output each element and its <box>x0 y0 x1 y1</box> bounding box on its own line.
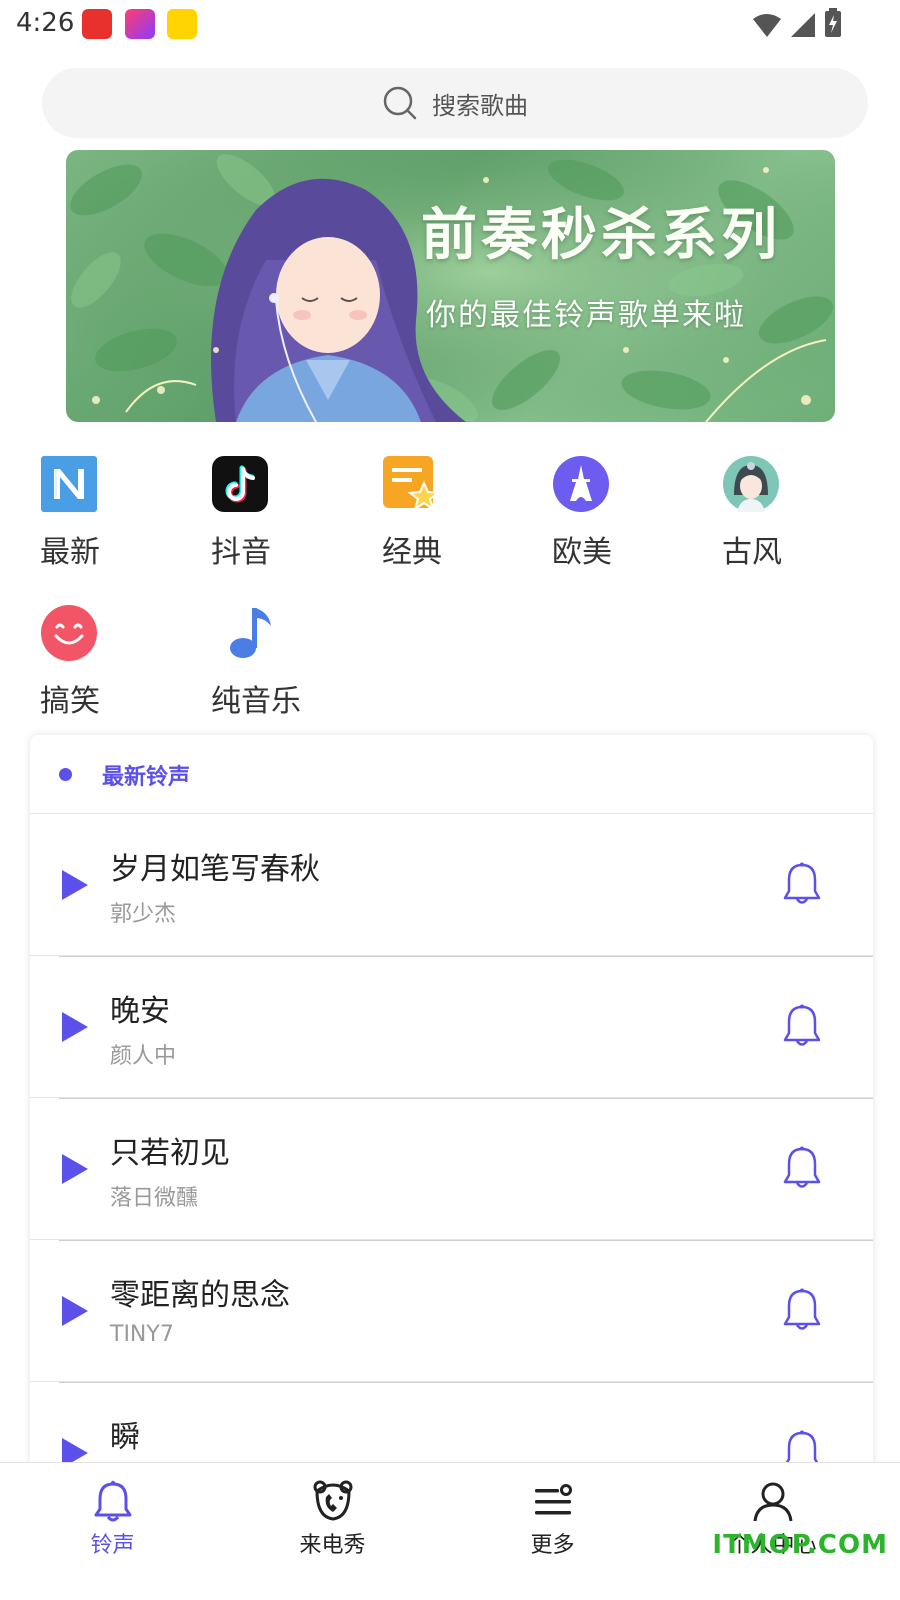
set-ringtone-bell-icon[interactable] <box>782 1146 822 1190</box>
category-label: 欧美 <box>552 535 612 570</box>
menu-icon <box>534 1484 572 1515</box>
ringtone-artist: 郭少杰 <box>110 902 177 927</box>
eiffel-tower-icon <box>553 456 609 512</box>
ringtone-title: 岁月如笔写春秋 <box>110 852 320 887</box>
ancient-girl-icon <box>723 456 779 512</box>
banner-title: 前奏秒杀系列 <box>421 202 781 268</box>
set-ringtone-bell-icon[interactable] <box>782 1004 822 1048</box>
tab-ringtones[interactable]: 铃声 <box>0 1463 225 1573</box>
phone-bear-icon <box>313 1480 352 1521</box>
ringtone-title: 瞬 <box>110 1420 140 1455</box>
phone-show-icon <box>125 9 155 39</box>
play-icon[interactable] <box>60 1294 90 1328</box>
smile-icon <box>41 605 97 661</box>
ringtone-artist: 落日微醺 <box>110 1186 199 1211</box>
category-funny[interactable]: 搞笑 <box>40 604 160 724</box>
category-new[interactable]: 最新 <box>40 455 160 575</box>
category-label: 搞笑 <box>40 684 100 719</box>
search-placeholder: 搜索歌曲 <box>432 91 528 120</box>
row-divider <box>59 1240 873 1241</box>
tab-label: 铃声 <box>90 1533 135 1558</box>
row-divider <box>59 1382 873 1383</box>
play-icon[interactable] <box>60 1152 90 1186</box>
classic-star-icon <box>383 456 440 512</box>
banner-subtitle: 你的最佳铃声歌单来啦 <box>426 298 746 333</box>
category-label: 抖音 <box>211 535 271 570</box>
category-label: 纯音乐 <box>211 684 301 719</box>
category-pure-music[interactable]: 纯音乐 <box>211 604 331 724</box>
user-icon <box>753 1482 792 1522</box>
tab-more[interactable]: 更多 <box>440 1463 665 1573</box>
promo-banner[interactable]: 前奏秒杀系列 你的最佳铃声歌单来啦 <box>66 150 835 422</box>
ringtone-artist: TINY7 <box>110 1322 174 1347</box>
category-western[interactable]: 欧美 <box>552 455 672 575</box>
row-divider <box>59 1098 873 1099</box>
play-icon[interactable] <box>60 868 90 902</box>
ringtone-row[interactable]: 晚安 颜人中 <box>30 955 873 1097</box>
section-dot-icon <box>59 768 72 781</box>
ringtone-title: 零距离的思念 <box>110 1278 290 1313</box>
latest-ringtones-card: 最新铃声 岁月如笔写春秋 郭少杰 晚安 颜人中 只若初见 落日微醺 零距离的思念… <box>30 735 873 1475</box>
bell-icon <box>94 1480 131 1522</box>
watermark: ITMOP.COM <box>712 1530 888 1560</box>
qimao-icon <box>167 9 197 39</box>
status-time: 4:26 <box>16 8 75 38</box>
status-bar: 4:26 <box>0 0 900 50</box>
category-douyin[interactable]: 抖音 <box>211 455 331 575</box>
category-label: 古风 <box>722 535 782 570</box>
ringtone-row[interactable]: 瞬 <box>30 1381 873 1475</box>
status-indicators <box>752 8 842 38</box>
ringtone-title: 只若初见 <box>110 1136 230 1171</box>
ringtone-row[interactable]: 零距离的思念 TINY7 <box>30 1239 873 1381</box>
new-icon <box>41 456 97 512</box>
tab-label: 更多 <box>530 1533 575 1558</box>
wifi-icon <box>753 14 781 37</box>
kuaishou-icon <box>82 9 112 39</box>
ringtone-row[interactable]: 岁月如笔写春秋 郭少杰 <box>30 813 873 955</box>
set-ringtone-bell-icon[interactable] <box>782 862 822 906</box>
music-note-icon <box>230 608 271 658</box>
set-ringtone-bell-icon[interactable] <box>782 1288 822 1332</box>
ringtone-row[interactable]: 只若初见 落日微醺 <box>30 1097 873 1239</box>
row-divider <box>59 956 873 957</box>
search-icon <box>383 86 417 120</box>
tab-label: 来电秀 <box>299 1533 366 1558</box>
category-label: 最新 <box>40 535 100 570</box>
play-icon[interactable] <box>60 1010 90 1044</box>
category-classic[interactable]: 经典 <box>382 455 502 575</box>
ringtone-artist: 颜人中 <box>110 1044 177 1069</box>
battery-charging-icon <box>825 8 841 37</box>
signal-icon <box>791 13 815 37</box>
search-bar[interactable]: 搜索歌曲 <box>42 68 868 138</box>
tab-call-show[interactable]: 来电秀 <box>220 1463 445 1573</box>
douyin-icon <box>212 456 268 512</box>
card-header: 最新铃声 <box>30 735 873 813</box>
category-label: 经典 <box>382 535 442 570</box>
category-ancient[interactable]: 古风 <box>722 455 842 575</box>
ringtone-title: 晚安 <box>110 994 170 1029</box>
section-title: 最新铃声 <box>102 765 191 790</box>
